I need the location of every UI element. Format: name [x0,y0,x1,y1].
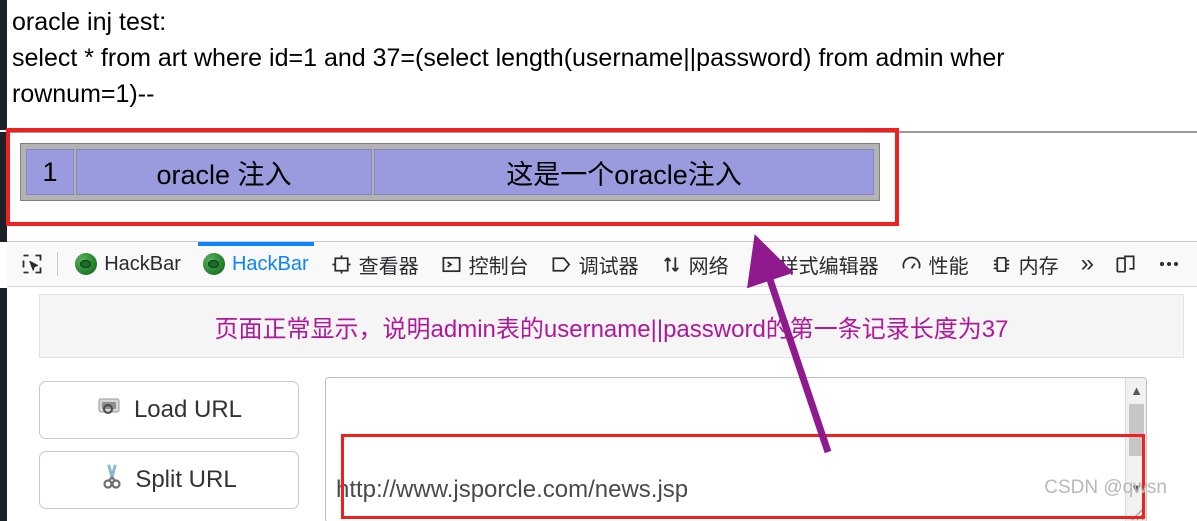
hackbar-panel: Load URL Split URL http://www.jsporcle.c… [39,377,1184,521]
chevron-double-right-icon: » [1080,250,1094,277]
scrollbar-thumb[interactable] [1129,404,1144,456]
chevron-up-icon[interactable]: ▲ [1126,380,1146,400]
page-source-text: oracle inj test: select * from art where… [12,4,1197,112]
inspector-icon [331,254,352,275]
devtools-menu-icon[interactable] [1149,244,1189,284]
resize-grip-icon[interactable] [1127,503,1145,521]
tab-performance[interactable]: 性能 [890,242,980,287]
tab-console[interactable]: 控制台 [430,242,540,287]
tab-label: 控制台 [468,255,529,278]
cell-id: 1 [26,149,74,195]
tab-label: 性能 [928,255,969,278]
tab-inspector[interactable]: 查看器 [320,242,430,287]
hackbar-icon [202,253,225,275]
tab-label: HackBar [104,252,181,275]
performance-icon [901,254,922,275]
tab-overflow[interactable]: » [1070,242,1105,287]
scissors-icon [101,464,123,497]
debugger-icon [551,254,572,275]
tab-label: 调试器 [578,255,639,278]
browser-chrome-strip [0,0,7,521]
tab-label: 内存 [1018,255,1059,278]
note-text: 页面正常显示，说明admin表的username||password的第一条记录… [214,315,1009,343]
hackbar-buttons: Load URL Split URL [39,377,299,521]
tab-label: 样式编辑器 [778,255,879,278]
load-url-label: Load URL [133,396,243,423]
toolbar-divider [57,252,59,276]
style-editor-icon [751,254,772,275]
element-picker-icon[interactable] [13,244,51,284]
tab-style-editor[interactable]: 样式编辑器 [740,242,890,287]
tab-label: 查看器 [358,255,419,278]
result-table: 1 oracle 注入 这是一个oracle注入 [24,147,876,197]
page-text-line-2: select * from art where id=1 and 37=(sel… [12,44,1005,72]
network-icon [661,254,682,275]
url-line-1: http://www.jsporcle.com/news.jsp [336,476,689,503]
tab-hackbar-2[interactable]: HackBar [192,241,320,287]
tab-debugger[interactable]: 调试器 [540,242,650,287]
tab-label: HackBar [231,252,309,275]
hackbar-icon [75,253,98,275]
watermark: CSDN @qwsn [1044,477,1167,498]
load-url-icon [96,395,122,426]
console-icon [441,254,462,275]
devtools-panel: HackBar HackBar 查看器 控制台 调试器 网络 样式编辑器 性能 … [7,241,1197,521]
tab-memory[interactable]: 内存 [980,242,1070,287]
responsive-design-mode-icon[interactable] [1105,244,1145,284]
split-url-button[interactable]: Split URL [39,451,299,509]
split-url-label: Split URL [135,466,237,493]
devtools-toolbar-right [1105,244,1197,284]
table-row: 1 oracle 注入 这是一个oracle注入 [26,149,874,195]
note-panel: 页面正常显示，说明admin表的username||password的第一条记录… [39,294,1184,358]
cell-title: oracle 注入 [76,149,372,195]
memory-icon [991,254,1012,275]
url-textarea-content: http://www.jsporcle.com/news.jsp ?id=1 a… [336,385,1120,521]
devtools-toolbar: HackBar HackBar 查看器 控制台 调试器 网络 样式编辑器 性能 … [7,241,1197,287]
url-textarea[interactable]: http://www.jsporcle.com/news.jsp ?id=1 a… [325,377,1147,521]
screenshot-root: oracle inj test: select * from art where… [0,0,1197,521]
tab-network[interactable]: 网络 [650,242,740,287]
url-textarea-wrapper: http://www.jsporcle.com/news.jsp ?id=1 a… [325,377,1147,521]
url-textarea-scrollbar[interactable]: ▲ ▼ [1125,378,1146,521]
page-text-line-1: oracle inj test: [12,8,167,36]
result-table-wrapper: 1 oracle 注入 这是一个oracle注入 [20,143,880,201]
load-url-button[interactable]: Load URL [39,381,299,439]
rendered-result-area: 1 oracle 注入 这是一个oracle注入 [8,131,1197,239]
tab-hackbar-1[interactable]: HackBar [64,242,192,287]
cell-body: 这是一个oracle注入 [374,149,874,195]
tab-label: 网络 [688,255,729,278]
page-text-line-3: rownum=1)-- [12,80,155,108]
